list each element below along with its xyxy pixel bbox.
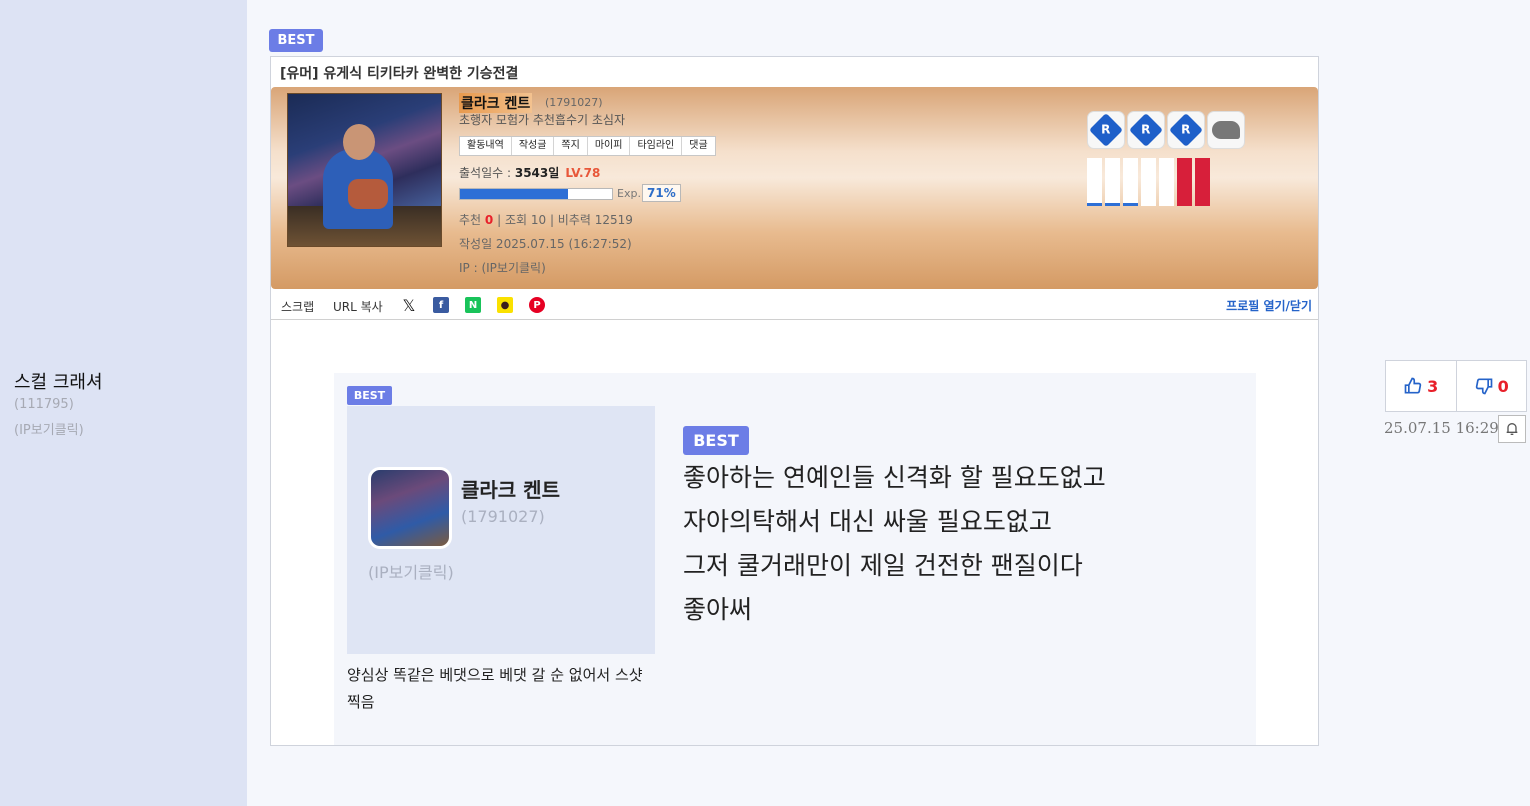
level-bars xyxy=(1087,158,1210,206)
profile-stats: 추천 0 | 조회 10 | 비추력 12519 xyxy=(459,213,633,227)
badge-row: R R R xyxy=(1087,111,1245,149)
image-id: (1791027) xyxy=(461,507,545,526)
image-ip: (IP보기클릭) xyxy=(368,563,454,582)
image-avatar xyxy=(368,467,452,549)
image-comment-best-badge: BEST xyxy=(683,426,749,455)
vote-box: 3 0 xyxy=(1385,360,1527,412)
exp-bar xyxy=(459,188,613,200)
downvote-button[interactable]: 0 xyxy=(1457,361,1527,411)
profile-id: (1791027) xyxy=(545,96,603,109)
thumbs-up-icon xyxy=(1404,377,1422,394)
naver-share-icon[interactable]: N xyxy=(465,297,481,313)
bell-icon xyxy=(1506,423,1518,435)
author-column: 스컬 크래셔 (111795) (IP보기클릭) xyxy=(0,0,247,806)
x-share-icon[interactable]: 𝕏 xyxy=(401,296,417,315)
dolphin-badge-icon xyxy=(1207,111,1245,149)
pinterest-share-icon[interactable]: P xyxy=(529,297,545,313)
posts-button[interactable]: 작성글 xyxy=(512,137,555,155)
timeline-button[interactable]: 타임라인 xyxy=(630,137,683,155)
downvote-count: 0 xyxy=(1497,376,1509,396)
url-copy-button[interactable]: URL 복사 xyxy=(333,298,383,315)
profile-nickname[interactable]: 클라크 켄트 xyxy=(459,93,533,113)
report-button[interactable] xyxy=(1498,415,1526,443)
facebook-share-icon[interactable]: f xyxy=(433,297,449,313)
profile-avatar xyxy=(287,93,442,247)
activity-button[interactable]: 활동내역 xyxy=(460,137,512,155)
post-title[interactable]: [유머] 유게식 티키타카 완벽한 기승전결 xyxy=(280,63,518,83)
quoted-post: [유머] 유게식 티키타카 완벽한 기승전결 클라크 켄트 (1791027) … xyxy=(270,56,1319,746)
image-caption: 양심상 똑같은 베댓으로 베댓 갈 순 없어서 스샷 찍음 xyxy=(347,666,643,711)
image-nickname: 클라크 켄트 xyxy=(461,478,560,502)
cube-badge-icon: R xyxy=(1167,111,1205,149)
author-name[interactable]: 스컬 크래셔 xyxy=(14,368,103,394)
scrap-button[interactable]: 스크랩 xyxy=(281,298,314,315)
share-bar: 스크랩 URL 복사 𝕏 f N ● P 프로필 열기/닫기 xyxy=(271,289,1318,320)
comments-button[interactable]: 댓글 xyxy=(682,137,714,155)
author-ip-link[interactable]: (IP보기클릭) xyxy=(14,419,84,438)
post-date: 작성일 2025.07.15 (16:27:52) xyxy=(459,237,632,251)
attendance: 출석일수 : 3543일 LV.78 xyxy=(459,166,601,180)
profile-buttons: 활동내역 작성글 쪽지 마이피 타임라인 댓글 xyxy=(459,136,716,156)
comment-time: 25.07.15 16:29 xyxy=(1384,419,1499,437)
exp-percent: 71% xyxy=(642,184,681,202)
profile-rank: 초행자 모험가 추천흡수기 초심자 xyxy=(459,113,626,127)
author-id: (111795) xyxy=(14,397,74,412)
mypi-button[interactable]: 마이피 xyxy=(588,137,631,155)
level: LV.78 xyxy=(565,166,601,180)
thumbs-down-icon xyxy=(1475,378,1493,395)
post-image: BEST 클라크 켄트 (1791027) (IP보기클릭) 양심상 똑같은 베… xyxy=(334,373,1256,745)
message-button[interactable]: 쪽지 xyxy=(554,137,588,155)
best-badge: BEST xyxy=(269,29,323,52)
kakao-share-icon[interactable]: ● xyxy=(497,297,513,313)
profile-card: 클라크 켄트 (1791027) 초행자 모험가 추천흡수기 초심자 활동내역 … xyxy=(271,87,1318,289)
upvote-button[interactable]: 3 xyxy=(1386,361,1457,411)
cube-badge-icon: R xyxy=(1127,111,1165,149)
image-best-badge: BEST xyxy=(347,386,392,405)
image-profile-card: 클라크 켄트 (1791027) (IP보기클릭) xyxy=(347,406,655,654)
cube-badge-icon: R xyxy=(1087,111,1125,149)
upvote-count: 3 xyxy=(1427,376,1439,396)
profile-toggle-link[interactable]: 프로필 열기/닫기 xyxy=(1226,297,1312,314)
post-ip[interactable]: IP : (IP보기클릭) xyxy=(459,259,546,276)
image-comment-text: 좋아하는 연예인들 신격화 할 필요도없고 자아의탁해서 대신 싸울 필요도없고… xyxy=(683,463,1106,624)
